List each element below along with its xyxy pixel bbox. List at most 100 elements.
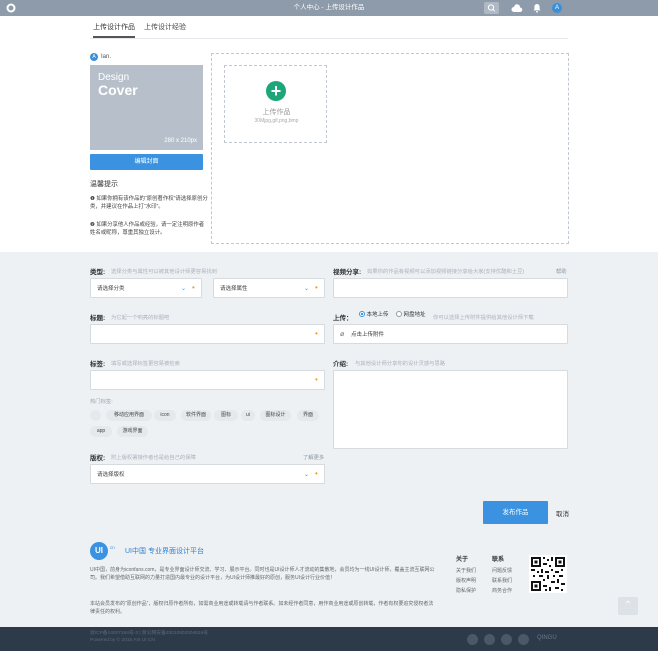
intro-textarea[interactable] bbox=[333, 370, 568, 449]
category-select[interactable]: 请选择分类 ⌄ • bbox=[90, 278, 202, 298]
tag-chip[interactable]: 移动应用界面 bbox=[106, 410, 152, 421]
intro-hint: 与其他设计师分享你的设计灵感与思路 bbox=[355, 361, 446, 367]
footer-col-about-title: 关于 bbox=[456, 557, 469, 563]
tag-chip-blank bbox=[90, 410, 101, 421]
chevron-down-icon: ⌄ bbox=[304, 286, 310, 292]
avatar[interactable]: A bbox=[552, 3, 562, 13]
attachment-upload-label: 点击上传附件 bbox=[351, 332, 385, 338]
footer-paragraph: 本站会员发布的“原创作品”，版权归原作者所有，如需商业用途或转载请与作者联系。如… bbox=[90, 601, 434, 615]
required-dot: • bbox=[315, 283, 318, 292]
title-label: 标题: bbox=[90, 315, 106, 322]
upload-label: 上传作品 bbox=[262, 109, 291, 116]
footer-logo[interactable]: UI bbox=[90, 542, 108, 560]
cloud-icon[interactable] bbox=[511, 4, 523, 13]
qr-code-icon bbox=[529, 555, 567, 593]
tag-chip[interactable]: app bbox=[90, 426, 112, 437]
paperclip-icon: ⌀ bbox=[340, 331, 345, 338]
tag-chip[interactable]: icon bbox=[154, 410, 176, 421]
footer-link[interactable]: 问题反馈 bbox=[492, 567, 512, 574]
tag-chip[interactable]: 游戏界面 bbox=[117, 426, 148, 437]
title-hint: 为它起一个响亮的标题吧 bbox=[111, 315, 170, 321]
category-hint: 选择分类与属性可以被其他设计师更容易找到 bbox=[111, 269, 217, 275]
radio-netdisk-label: 网盘地址 bbox=[403, 312, 426, 318]
wechat-icon[interactable] bbox=[501, 634, 512, 645]
footer-brand: UI中国 专业界面设计平台 bbox=[125, 548, 204, 555]
edit-cover-button[interactable]: 编辑封面 bbox=[90, 154, 203, 170]
license-select[interactable]: 请选择版权 ⌄ • bbox=[90, 464, 325, 484]
required-dot: • bbox=[315, 375, 318, 384]
tag-chip[interactable]: 软件界面 bbox=[181, 410, 211, 421]
attachment-hint: 你可以选择上传附件提供给其他设计师下载 bbox=[433, 315, 534, 321]
footer-logo-sup: cn bbox=[110, 545, 115, 550]
tab-divider bbox=[90, 38, 568, 39]
rss-icon[interactable] bbox=[518, 634, 529, 645]
cover-preview: Design Cover 280 x 210px bbox=[90, 65, 203, 150]
license-label: 版权: bbox=[90, 455, 106, 462]
footer-col-contact-title: 联系 bbox=[492, 557, 505, 563]
footer-link[interactable]: 隐私保护 bbox=[456, 587, 476, 594]
chevron-down-icon: ⌄ bbox=[181, 286, 187, 292]
cancel-link[interactable]: 取消 bbox=[556, 508, 569, 518]
publish-button[interactable]: 发布作品 bbox=[483, 501, 548, 524]
footer-logo-text: UI bbox=[95, 546, 103, 555]
footer-link[interactable]: 版权声明 bbox=[456, 577, 476, 584]
tip-item: ❷ 如果分享他人作品或经验，请一定注明原作者姓名或昵称，尊重其独立设计。 bbox=[90, 222, 205, 236]
license-select-value: 请选择版权 bbox=[97, 472, 125, 478]
search-button[interactable] bbox=[484, 2, 499, 14]
tag-chip[interactable]: 图标设计 bbox=[260, 410, 291, 421]
tab-upload-work[interactable]: 上传设计作品 bbox=[93, 20, 135, 38]
video-input[interactable] bbox=[333, 278, 568, 298]
required-dot: • bbox=[315, 329, 318, 338]
back-to-top-button[interactable]: ⌃ bbox=[618, 597, 638, 615]
tag-chip[interactable]: 图标 bbox=[214, 410, 238, 421]
tags-input[interactable]: • bbox=[90, 370, 325, 390]
license-learn-more-link[interactable]: 了解更多 bbox=[303, 453, 324, 461]
bell-icon[interactable] bbox=[533, 3, 541, 13]
top-bar: 个人中心 - 上传设计作品 A bbox=[0, 0, 658, 16]
video-help-link[interactable]: 帮助 bbox=[556, 267, 567, 275]
video-label: 视频分享: bbox=[333, 269, 362, 276]
tips-title: 温馨提示 bbox=[90, 181, 118, 188]
dribbble-icon[interactable] bbox=[484, 634, 495, 645]
tag-chip[interactable]: 界面 bbox=[297, 410, 319, 421]
upload-work-card[interactable]: + 上传作品 30Mjpg,gif,png,bmp bbox=[224, 65, 327, 143]
weibo-icon[interactable] bbox=[467, 634, 478, 645]
hot-tags-label: 热门标签: bbox=[90, 399, 113, 405]
license-hint: 附上版权署授作者也是给自己的保障 bbox=[111, 455, 196, 461]
radio-unchecked-icon bbox=[396, 311, 402, 317]
radio-checked-icon bbox=[359, 311, 365, 317]
arrow-up-icon: ⌃ bbox=[623, 600, 633, 611]
category-select-value: 请选择分类 bbox=[97, 286, 125, 292]
user-avatar: A bbox=[90, 53, 98, 61]
copyright-line: 浙ICP备14007164号-3 | 浙公网安备33010802004816号 bbox=[90, 631, 209, 636]
attachment-upload-button[interactable]: ⌀ 点击上传附件 bbox=[333, 324, 568, 344]
copyright-line: Powered by © 2015 Ant UI CN bbox=[90, 638, 155, 643]
required-dot: • bbox=[192, 283, 195, 292]
video-hint: 如果你的作品有视频可以添加视频链接分享给大家(支持优酷和土豆) bbox=[367, 269, 525, 275]
radio-local-label: 本地上传 bbox=[366, 312, 389, 318]
bottom-bar: 浙ICP备14007164号-3 | 浙公网安备33010802004816号 … bbox=[0, 627, 658, 651]
intro-label: 介绍: bbox=[333, 361, 349, 368]
search-icon bbox=[487, 4, 496, 12]
plus-icon: + bbox=[266, 81, 286, 101]
tags-label: 标签: bbox=[90, 361, 106, 368]
tip-item: ❶ 如果你拥有该作品的“原创著作权”请选择原创分类，并建议在作品上打“水印”。 bbox=[90, 196, 208, 210]
category-label: 类型: bbox=[90, 269, 106, 276]
tab-upload-experience[interactable]: 上传设计经验 bbox=[144, 20, 186, 38]
cover-text-cover: Cover bbox=[98, 82, 138, 98]
attachment-label: 上传： bbox=[333, 315, 353, 322]
footer-link[interactable]: 商务合作 bbox=[492, 587, 512, 594]
footer-link[interactable]: 关于我们 bbox=[456, 567, 476, 574]
tags-hint: 填写或选择标签更容易被检索 bbox=[111, 361, 180, 367]
attribute-select[interactable]: 请选择属性 ⌄ • bbox=[213, 278, 325, 298]
title-input[interactable]: • bbox=[90, 324, 325, 344]
radio-netdisk[interactable]: 网盘地址 bbox=[396, 311, 426, 320]
user-name: Ian. bbox=[101, 54, 112, 60]
footer-paragraph: UI中国，前身为iconfans.com，是专业界面设计师交流、学习、展示平台。… bbox=[90, 567, 435, 581]
required-dot: • bbox=[315, 469, 318, 478]
partner-logo: QINGU bbox=[537, 635, 557, 641]
radio-local-upload[interactable]: 本地上传 bbox=[359, 311, 389, 320]
tag-chip[interactable]: ui bbox=[241, 410, 255, 421]
footer-link[interactable]: 联系我们 bbox=[492, 577, 512, 584]
attribute-select-value: 请选择属性 bbox=[220, 286, 248, 292]
